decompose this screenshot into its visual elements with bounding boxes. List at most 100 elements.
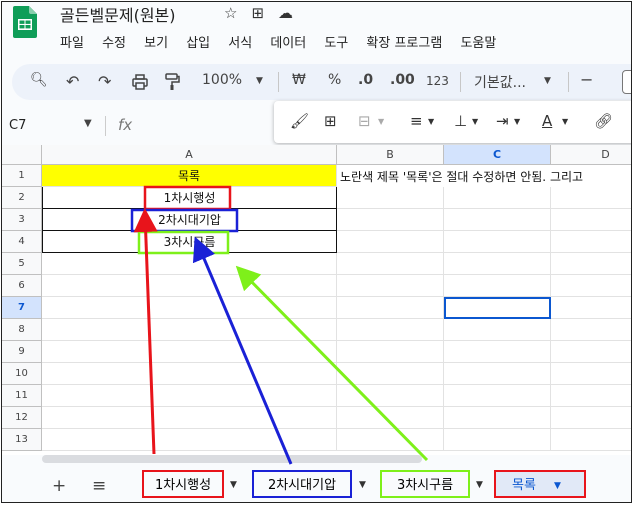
cell[interactable] [551, 341, 631, 363]
row-header[interactable]: 11 [2, 385, 42, 407]
document-title[interactable]: 골든벨문제(원본) [60, 2, 176, 26]
text-wrap-icon[interactable]: ⇥ [496, 112, 509, 130]
row-header[interactable]: 6 [2, 275, 42, 297]
menu-view[interactable]: 보기 [144, 36, 168, 51]
cell-b1[interactable]: 노란색 제목 '목록'은 절대 수정하면 안됨. 그리고 [340, 166, 583, 188]
row-header[interactable]: 10 [2, 363, 42, 385]
increase-decimal-button[interactable]: .00 [390, 72, 415, 88]
cell[interactable] [444, 341, 551, 363]
print-icon[interactable] [132, 74, 148, 90]
row-header[interactable]: 3 [2, 209, 42, 231]
cell[interactable] [42, 363, 337, 385]
cell[interactable] [42, 297, 337, 319]
cell[interactable] [444, 363, 551, 385]
chevron-down-icon[interactable]: ▼ [256, 76, 263, 86]
cell[interactable] [444, 231, 551, 253]
chevron-down-icon[interactable]: ▼ [230, 480, 237, 490]
cell[interactable] [551, 429, 631, 451]
sheet-tab-2[interactable]: 2차시대기압 [252, 470, 352, 498]
menu-insert[interactable]: 삽입 [186, 36, 210, 51]
cell[interactable] [444, 429, 551, 451]
cell-a3[interactable]: 2차시대기압 [42, 209, 337, 231]
cell[interactable] [337, 187, 444, 209]
name-box[interactable]: C7 [9, 118, 26, 133]
align-icon[interactable]: ≡ [410, 112, 423, 130]
cell[interactable] [551, 319, 631, 341]
chevron-down-icon[interactable]: ▼ [476, 480, 483, 490]
cell[interactable] [42, 407, 337, 429]
menu-edit[interactable]: 수정 [102, 36, 126, 51]
redo-icon[interactable]: ↷ [98, 72, 111, 91]
chevron-down-icon[interactable]: ▼ [84, 118, 92, 129]
cell[interactable] [42, 253, 337, 275]
chevron-down-icon[interactable]: ▼ [554, 472, 561, 500]
cell[interactable] [444, 297, 551, 319]
cell-a2[interactable]: 1차시행성 [42, 187, 337, 209]
chevron-down-icon[interactable]: ▼ [544, 76, 551, 86]
chevron-down-icon[interactable]: ▼ [428, 117, 434, 126]
cell[interactable] [551, 209, 631, 231]
number-format-button[interactable]: 123 [426, 74, 449, 88]
cell[interactable] [551, 231, 631, 253]
sheets-logo[interactable] [13, 6, 37, 38]
cell[interactable] [444, 407, 551, 429]
cell[interactable] [444, 253, 551, 275]
row-header[interactable]: 2 [2, 187, 42, 209]
cell[interactable] [337, 209, 444, 231]
column-header-d[interactable]: D [551, 145, 631, 165]
sheet-tab-active[interactable]: 목록 ▼ [494, 470, 586, 498]
cell[interactable] [551, 275, 631, 297]
paint-format-icon[interactable] [164, 73, 180, 91]
cloud-icon[interactable]: ☁ [278, 4, 293, 22]
cell[interactable] [444, 319, 551, 341]
select-all-corner[interactable] [2, 145, 42, 165]
row-header[interactable]: 5 [2, 253, 42, 275]
undo-icon[interactable]: ↶ [66, 72, 79, 91]
merge-icon[interactable]: ⊟ [358, 112, 371, 130]
column-header-b[interactable]: B [337, 145, 444, 165]
cell[interactable] [551, 407, 631, 429]
cell[interactable] [444, 187, 551, 209]
cell[interactable] [337, 231, 444, 253]
cell[interactable] [42, 385, 337, 407]
font-size-input[interactable]: 10 [622, 70, 631, 94]
chevron-down-icon[interactable]: ▼ [359, 480, 366, 490]
menu-file[interactable]: 파일 [60, 36, 84, 51]
cell[interactable] [337, 429, 444, 451]
font-select[interactable]: 기본값... [474, 72, 526, 92]
cell[interactable] [42, 429, 337, 451]
cell[interactable] [42, 341, 337, 363]
row-header[interactable]: 13 [2, 429, 42, 451]
cell[interactable] [551, 187, 631, 209]
currency-button[interactable]: ₩ [292, 72, 306, 88]
cell-a4[interactable]: 3차시구름 [42, 231, 337, 253]
sheet-tab-3[interactable]: 3차시구름 [380, 470, 470, 498]
spreadsheet-grid[interactable]: A B C D 1 2 3 4 5 6 7 8 9 10 11 12 13 목록 1차시행성 2차시대기… [2, 145, 631, 463]
cell[interactable] [337, 253, 444, 275]
cell[interactable] [337, 319, 444, 341]
cell-a1[interactable]: 목록 [42, 165, 337, 187]
cell[interactable] [337, 341, 444, 363]
cell[interactable] [337, 385, 444, 407]
cell[interactable] [42, 275, 337, 297]
decrease-decimal-button[interactable]: .0 [358, 72, 373, 88]
all-sheets-icon[interactable]: ≡ [92, 476, 106, 496]
cell[interactable] [551, 297, 631, 319]
folder-move-icon[interactable]: ⊞ [251, 4, 264, 22]
row-header[interactable]: 4 [2, 231, 42, 253]
fill-color-icon[interactable]: 🖌︎ [290, 112, 309, 130]
horizontal-scrollbar[interactable] [42, 455, 422, 463]
cell[interactable] [551, 385, 631, 407]
font-size-decrease-button[interactable]: − [580, 70, 593, 89]
link-icon[interactable]: 🔗︎ [594, 112, 613, 130]
star-icon[interactable]: ☆ [224, 4, 237, 22]
row-header[interactable]: 8 [2, 319, 42, 341]
sheet-tab-1[interactable]: 1차시행성 [142, 470, 224, 498]
cell[interactable] [42, 319, 337, 341]
cell[interactable] [551, 253, 631, 275]
search-icon[interactable]: 🔍︎ [30, 72, 48, 88]
cell[interactable] [337, 363, 444, 385]
menu-format[interactable]: 서식 [228, 36, 252, 51]
cell[interactable] [551, 363, 631, 385]
chevron-down-icon[interactable]: ▼ [472, 117, 478, 126]
